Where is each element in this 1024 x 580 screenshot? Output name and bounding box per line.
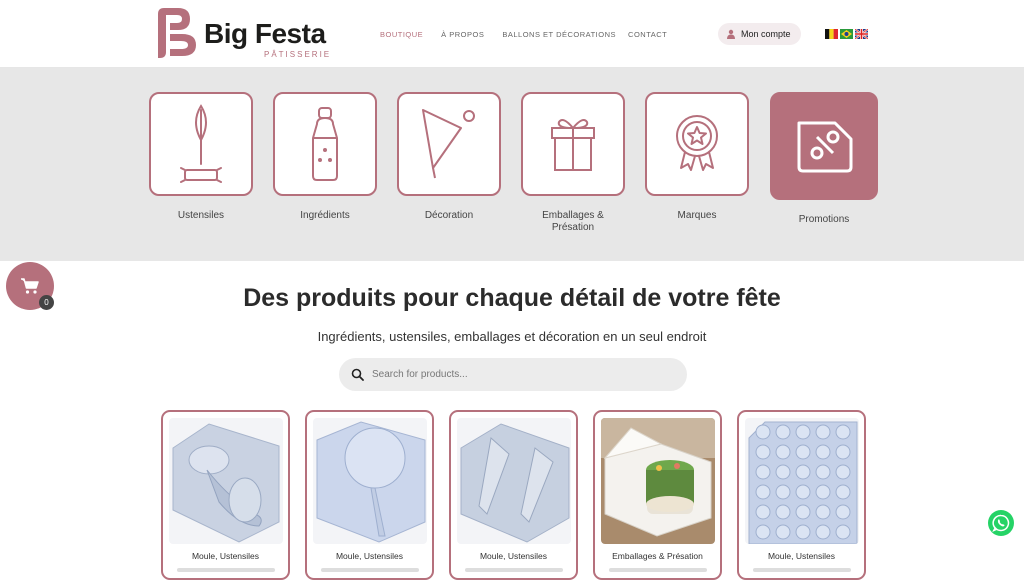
- mold-cavity: [755, 504, 771, 520]
- mold-cavity: [795, 524, 811, 540]
- category-tile[interactable]: [770, 92, 878, 200]
- logo-subtitle: PÂTISSERIE: [264, 50, 332, 59]
- product-category: Moule, Ustensiles: [191, 551, 260, 561]
- category-ustensiles[interactable]: Ustensiles: [149, 92, 253, 222]
- product-name-cut: [753, 568, 851, 572]
- mold-cavity: [835, 504, 851, 520]
- mold-cavity: [795, 464, 811, 480]
- category-label: Emballages & Présation: [542, 210, 604, 233]
- whatsapp-button[interactable]: [988, 510, 1014, 536]
- mold-cavity: [775, 464, 791, 480]
- mold-cavity: [815, 464, 831, 480]
- logo[interactable]: Big Festa PÂTISSERIE: [156, 8, 336, 60]
- category-promotions[interactable]: Promotions: [770, 92, 878, 226]
- mold-cavity: [835, 484, 851, 500]
- category-ingredients[interactable]: Ingrédients: [273, 92, 377, 222]
- whatsapp-icon: [992, 514, 1010, 532]
- product-image[interactable]: [313, 418, 427, 544]
- mold-cavity: [835, 524, 851, 540]
- category-emballages[interactable]: Emballages & Présation: [521, 92, 625, 234]
- mold-cavity: [815, 524, 831, 540]
- piping-bag-icon: [422, 109, 475, 179]
- product-image[interactable]: [745, 418, 859, 544]
- flag-brazil-icon[interactable]: [840, 29, 853, 39]
- site-header: Big Festa PÂTISSERIE BOUTIQUE À PROPOS B…: [0, 0, 1024, 68]
- search-bar: [339, 358, 687, 391]
- mold-cavity: [795, 484, 811, 500]
- mold-cavity: [835, 464, 851, 480]
- search-input[interactable]: [372, 369, 672, 380]
- mold-cavity: [755, 464, 771, 480]
- account-label: Mon compte: [741, 29, 791, 39]
- page-title: Des produits pour chaque détail de votre…: [243, 284, 781, 312]
- search-icon[interactable]: [351, 368, 364, 381]
- mold-cavity: [755, 484, 771, 500]
- mold-cavity: [755, 424, 771, 440]
- category-label: Promotions: [798, 214, 850, 225]
- mold-cavity: [795, 444, 811, 460]
- mold-cavity: [815, 444, 831, 460]
- mold-cavity: [795, 424, 811, 440]
- category-tile[interactable]: [397, 92, 501, 196]
- mold-cavity: [815, 424, 831, 440]
- product-category: Moule, Ustensiles: [479, 551, 548, 561]
- mold-cavity: [835, 444, 851, 460]
- product-image[interactable]: [601, 418, 715, 544]
- gift-box-icon: [551, 119, 595, 171]
- category-band: Ustensiles Ingrédients Décoration Emball…: [0, 68, 1024, 261]
- mold-cavity: [815, 484, 831, 500]
- category-tile[interactable]: [521, 92, 625, 196]
- nav-ballons[interactable]: BALLONS ET DÉCORATIONS: [502, 30, 616, 39]
- mold-cavity: [775, 444, 791, 460]
- category-label: Ingrédients: [300, 210, 350, 221]
- nav-boutique[interactable]: BOUTIQUE: [380, 30, 423, 39]
- category-marques[interactable]: Marques: [645, 92, 749, 222]
- nav-a-propos[interactable]: À PROPOS: [441, 30, 484, 39]
- mold-cavity: [815, 504, 831, 520]
- product-card[interactable]: Moule, Ustensiles: [449, 410, 578, 580]
- mold-cavity: [795, 504, 811, 520]
- product-name-cut: [609, 568, 707, 572]
- main-nav: BOUTIQUE À PROPOS BALLONS ET DÉCORATIONS…: [380, 30, 685, 39]
- product-image[interactable]: [457, 418, 571, 544]
- product-card[interactable]: Moule, Ustensiles: [161, 410, 290, 580]
- product-image[interactable]: [169, 418, 283, 544]
- mold-cavity: [755, 444, 771, 460]
- product-name-cut: [321, 568, 419, 572]
- nav-contact[interactable]: CONTACT: [628, 30, 667, 39]
- product-category: Moule, Ustensiles: [767, 551, 836, 561]
- category-label: Ustensiles: [177, 210, 225, 221]
- page-subtitle: Ingrédients, ustensiles, emballages et d…: [317, 329, 707, 344]
- product-name-cut: [177, 568, 275, 572]
- mold-cavity: [775, 484, 791, 500]
- mold-cavity: [755, 524, 771, 540]
- product-card[interactable]: Moule, Ustensiles: [305, 410, 434, 580]
- category-decoration[interactable]: Décoration: [397, 92, 501, 222]
- discount-tag-icon: [797, 121, 853, 173]
- flag-uk-icon[interactable]: [855, 29, 868, 39]
- logo-mark-icon: [158, 8, 196, 58]
- account-button[interactable]: Mon compte: [718, 23, 801, 45]
- product-category: Emballages & Présation: [612, 551, 703, 561]
- category-label: Marques: [677, 210, 717, 221]
- whisk-icon: [180, 104, 222, 183]
- bottle-icon: [312, 107, 338, 181]
- flag-belgium-icon[interactable]: [825, 29, 838, 39]
- category-tile[interactable]: [645, 92, 749, 196]
- category-tile[interactable]: [273, 92, 377, 196]
- mold-cavity: [775, 504, 791, 520]
- user-icon: [727, 29, 735, 39]
- mold-cavity: [835, 424, 851, 440]
- logo-text: Big Festa: [204, 18, 326, 49]
- category-tile[interactable]: [149, 92, 253, 196]
- product-category: Moule, Ustensiles: [335, 551, 404, 561]
- product-name-cut: [465, 568, 563, 572]
- language-switcher: [825, 29, 868, 39]
- mold-cavity: [775, 424, 791, 440]
- category-label: Décoration: [424, 210, 474, 221]
- mold-cavity: [775, 524, 791, 540]
- product-card[interactable]: Moule, Ustensiles: [737, 410, 866, 580]
- product-card[interactable]: Emballages & Présation: [593, 410, 722, 580]
- badge-icon: [676, 115, 718, 171]
